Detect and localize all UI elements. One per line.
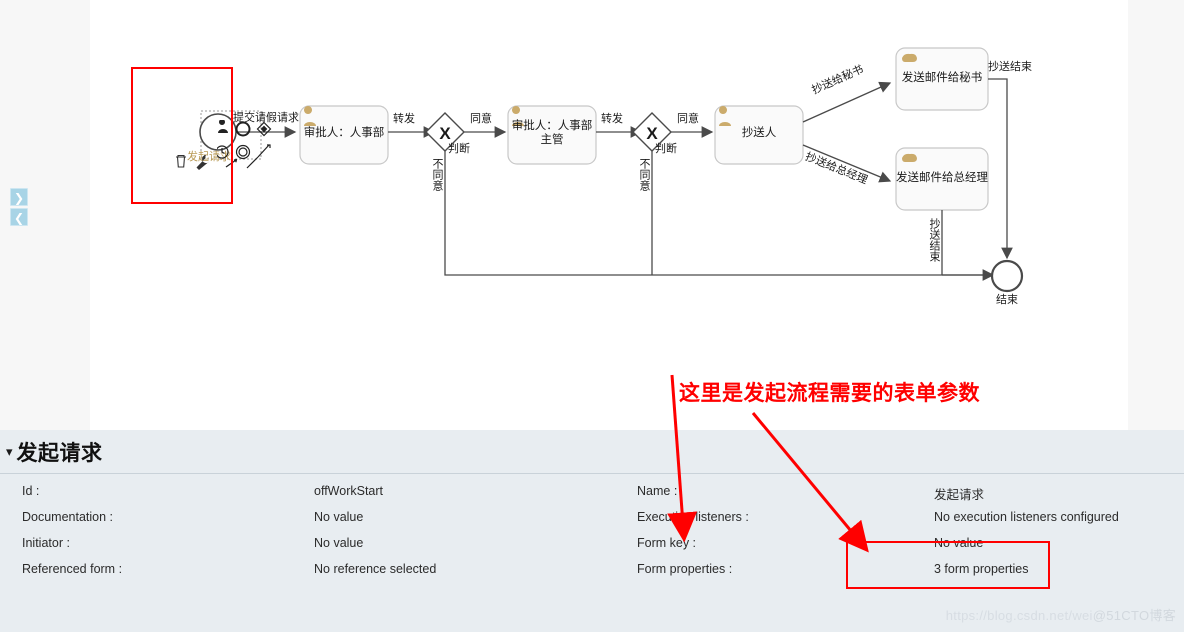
property-row-name: Name : 发起请求 bbox=[637, 484, 1184, 510]
node-label-task5: 发送邮件给总经理 bbox=[896, 172, 988, 184]
flow-label-gw2-reject: 不同意 bbox=[638, 158, 650, 191]
property-row-form-properties: Form properties : 3 form properties bbox=[637, 562, 1184, 588]
flow-label-gw1-reject: 不同意 bbox=[431, 158, 443, 191]
property-row-id: Id : offWorkStart bbox=[22, 484, 614, 510]
watermark-site: @51CTO博客 bbox=[1092, 608, 1176, 623]
page-title: 发起请求 bbox=[16, 441, 103, 465]
property-value[interactable]: No value bbox=[934, 536, 983, 550]
property-value[interactable]: No reference selected bbox=[314, 562, 436, 576]
flow-label-task4-to-end: 抄送结束 bbox=[988, 61, 1032, 73]
node-label-task4: 发送邮件给秘书 bbox=[901, 72, 983, 84]
chevron-down-icon[interactable]: ▾ bbox=[6, 445, 13, 458]
property-value[interactable]: 发起请求 bbox=[934, 484, 984, 503]
property-value[interactable]: offWorkStart bbox=[314, 484, 383, 498]
property-row-referenced-form: Referenced form : No reference selected bbox=[22, 562, 614, 588]
property-label: Referenced form : bbox=[22, 562, 123, 576]
flow-label-task2-to-gw2: 转发 bbox=[601, 113, 623, 125]
trash-icon[interactable] bbox=[172, 152, 190, 170]
node-label-task2: 审批人：人事部主管 bbox=[511, 120, 593, 146]
gw1-label: 判断 bbox=[448, 143, 470, 155]
property-value[interactable]: No value bbox=[314, 536, 363, 550]
service-task-icon-1 bbox=[902, 53, 917, 62]
collapse-left-icon[interactable]: ❮ bbox=[10, 208, 28, 226]
property-label: Form key : bbox=[637, 536, 697, 550]
flow-label-task1-to-gw1: 转发 bbox=[393, 113, 415, 125]
property-row-initiator: Initiator : No value bbox=[22, 536, 614, 562]
property-value[interactable]: No value bbox=[314, 510, 363, 524]
gw2-label: 判断 bbox=[655, 143, 677, 155]
expand-right-icon[interactable]: ❯ bbox=[10, 188, 28, 206]
properties-panel-header[interactable]: ▾ 发起请求 bbox=[0, 430, 1184, 474]
flow-label-gw1-to-task2: 同意 bbox=[470, 113, 492, 125]
node-label-task1: 审批人：人事部 bbox=[303, 127, 385, 139]
property-label: Documentation : bbox=[22, 510, 114, 524]
property-label: Execution listeners : bbox=[637, 510, 749, 524]
property-row-form-key: Form key : No value bbox=[637, 536, 1184, 562]
watermark-url: https://blog.csdn.net/wei bbox=[945, 608, 1093, 623]
service-task-icon-2 bbox=[902, 153, 917, 162]
canvas-toggle-rail[interactable]: ❯ ❮ bbox=[10, 188, 28, 228]
property-label: Form properties : bbox=[637, 562, 733, 576]
end-event-shape[interactable] bbox=[990, 259, 1024, 293]
property-label: Initiator : bbox=[22, 536, 70, 550]
end-event-label: 结束 bbox=[996, 294, 1018, 306]
property-row-execution-listeners: Execution listeners : No execution liste… bbox=[637, 510, 1184, 536]
property-value[interactable]: 3 form properties bbox=[934, 562, 1028, 576]
watermark: https://blog.csdn.net/wei@51CTO博客 bbox=[946, 605, 1176, 624]
bpmn-canvas[interactable]: X X 提交请假请求 发起请求 审批人：人事部 转发 判断 不同意 同意 审批人… bbox=[90, 0, 1128, 430]
properties-column-left: Id : offWorkStart Documentation : No val… bbox=[0, 484, 614, 632]
flow-label-task5-to-end: 抄送结束 bbox=[928, 218, 940, 262]
property-label: Name : bbox=[637, 484, 678, 498]
property-label: Id : bbox=[22, 484, 40, 498]
node-label-task3: 抄送人 bbox=[741, 127, 777, 139]
property-row-documentation: Documentation : No value bbox=[22, 510, 614, 536]
bpmn-diagram-svg: X X bbox=[199, 47, 1024, 293]
annotation-text: 这里是发起流程需要的表单参数 bbox=[679, 382, 980, 405]
flow-task4-to-end bbox=[988, 78, 1013, 260]
flow-label-gw2-to-task3: 同意 bbox=[677, 113, 699, 125]
property-value[interactable]: No execution listeners configured bbox=[934, 510, 1119, 524]
properties-panel: ▾ 发起请求 Id : offWorkStart Documentation :… bbox=[0, 430, 1184, 632]
context-pad[interactable] bbox=[217, 120, 279, 172]
app-root: X X 提交请假请求 发起请求 审批人：人事部 转发 判断 不同意 同意 审批人… bbox=[0, 0, 1184, 632]
wrench-icon[interactable] bbox=[193, 152, 213, 172]
